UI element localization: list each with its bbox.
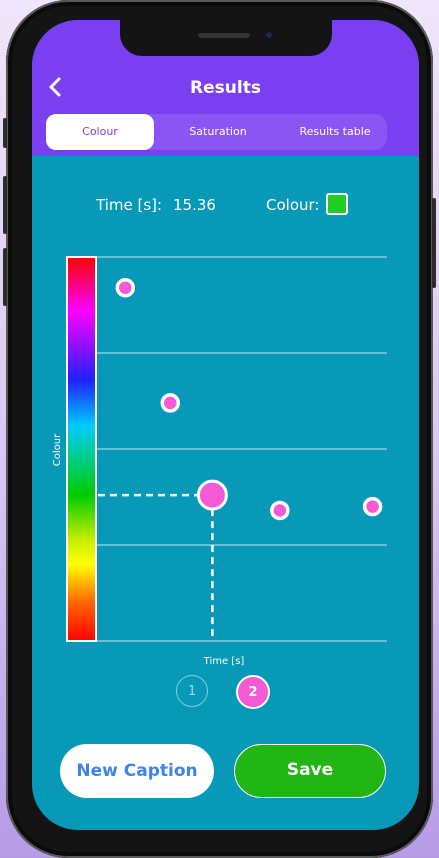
data-point[interactable] xyxy=(160,393,180,413)
colour-chart: Colour Time [s] xyxy=(52,256,387,667)
chart-grid xyxy=(67,256,387,642)
tab-results-table[interactable]: Results table xyxy=(278,114,392,150)
data-point[interactable] xyxy=(362,496,383,517)
page-button-2[interactable]: 2 xyxy=(236,675,270,709)
y-axis-label: Colour xyxy=(52,433,63,466)
tab-bar: Colour Saturation Results table xyxy=(46,114,387,150)
time-label: Time [s]: xyxy=(96,196,163,214)
x-axis-label: Time [s] xyxy=(203,656,245,667)
side-button xyxy=(3,176,7,234)
page-button-1[interactable]: 1 xyxy=(176,675,208,707)
data-point[interactable] xyxy=(270,500,290,521)
colour-swatch xyxy=(326,193,348,215)
camera-icon xyxy=(264,30,274,40)
speaker xyxy=(198,33,250,38)
chart-points xyxy=(115,277,383,521)
screen: Results Colour Saturation Results table … xyxy=(32,20,419,830)
new-caption-button[interactable]: New Caption xyxy=(60,744,214,798)
data-point[interactable] xyxy=(196,479,228,511)
time-value: 15.36 xyxy=(173,196,216,214)
side-button xyxy=(3,248,7,306)
colour-scale-bar xyxy=(66,256,97,642)
tab-colour[interactable]: Colour xyxy=(46,114,154,150)
page-title: Results xyxy=(190,78,261,98)
save-button[interactable]: Save xyxy=(234,744,386,798)
side-button xyxy=(3,118,7,148)
notch xyxy=(120,20,332,56)
data-point[interactable] xyxy=(115,277,136,298)
phone-frame: Results Colour Saturation Results table … xyxy=(3,0,436,858)
selection-guides xyxy=(98,493,214,641)
tab-saturation[interactable]: Saturation xyxy=(164,114,272,150)
side-button xyxy=(432,198,436,288)
colour-label: Colour: xyxy=(266,196,320,214)
